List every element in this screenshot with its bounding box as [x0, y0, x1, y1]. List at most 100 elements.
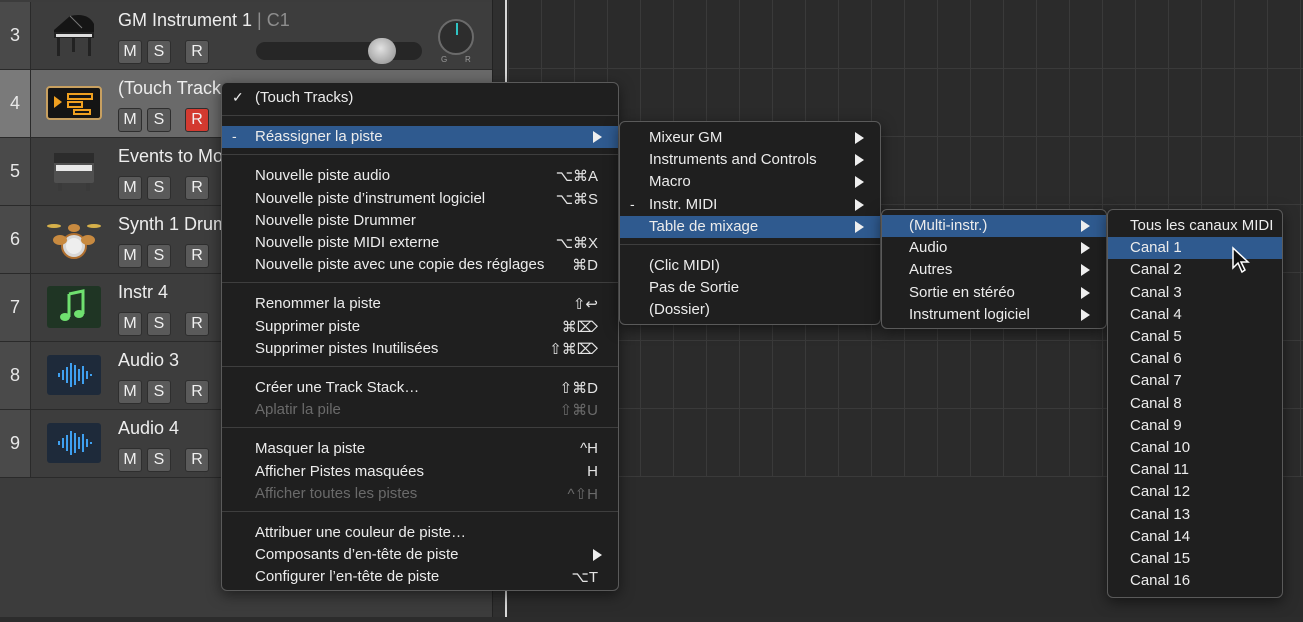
menu-item-attribuer-une-couleur-de-piste[interactable]: Attribuer une couleur de piste… [222, 522, 618, 544]
track-name[interactable]: GM Instrument 1 | C1 [118, 10, 290, 31]
pan-left-label: G [441, 55, 448, 64]
mute-button[interactable]: M [118, 312, 142, 336]
menu-item-nouvelle-piste-drummer[interactable]: Nouvelle piste Drummer [222, 210, 618, 232]
waveform-icon [46, 416, 102, 470]
menu-item-canal-6[interactable]: Canal 6 [1108, 348, 1282, 370]
track-name[interactable]: Synth 1 Drum [118, 214, 228, 235]
mute-button[interactable]: M [118, 108, 142, 132]
menu-item-label: (Clic MIDI) [649, 257, 720, 274]
record-button[interactable]: R [185, 312, 209, 336]
record-button[interactable]: R [185, 40, 209, 64]
solo-button[interactable]: S [147, 380, 171, 404]
menu-item-supprimer-pistes-inutilis-es[interactable]: Supprimer pistes Inutilisées ⇧⌘⌦ [222, 338, 618, 360]
menu-item-sortie-en-st-r-o[interactable]: Sortie en stéréo [882, 282, 1106, 304]
menu-item-afficher-pistes-masqu-es[interactable]: Afficher Pistes masquées H [222, 461, 618, 483]
mute-button[interactable]: M [118, 244, 142, 268]
menu-item-label: (Touch Tracks) [255, 89, 354, 106]
menu-item-aplatir-la-pile: Aplatir la pile ⇧⌘U [222, 399, 618, 421]
menu-item-r-assigner-la-piste[interactable]: - Réassigner la piste [222, 126, 618, 149]
menu-item-autres[interactable]: Autres [882, 259, 1106, 281]
record-button[interactable]: R [185, 448, 209, 472]
record-button[interactable]: R [185, 108, 209, 132]
track-name-label: (Touch Track [118, 78, 222, 98]
track-name[interactable]: Audio 4 [118, 418, 179, 439]
volume-fader-knob[interactable] [368, 38, 396, 64]
solo-button[interactable]: S [147, 448, 171, 472]
menu-item-instruments-and-controls[interactable]: Instruments and Controls [620, 149, 880, 171]
menu-item-canal-15[interactable]: Canal 15 [1108, 548, 1282, 570]
volume-fader-track[interactable] [256, 42, 422, 60]
menu-item-label: Canal 15 [1130, 550, 1191, 567]
menu-item-nouvelle-piste-d-instrument-logiciel[interactable]: Nouvelle piste d’instrument logiciel ⌥⌘S [222, 188, 618, 210]
track-row[interactable]: 3 GM Instrument 1 | C1 M S R G R [0, 2, 492, 70]
menu-item-canal-5[interactable]: Canal 5 [1108, 326, 1282, 348]
menu-item-touch-tracks[interactable]: ✓ (Touch Tracks) [222, 87, 618, 109]
menu-item-label: Aplatir la pile [255, 401, 341, 419]
menu-item-canal-12[interactable]: Canal 12 [1108, 481, 1282, 503]
menu-item-canal-1[interactable]: Canal 1 [1108, 237, 1282, 260]
menu-item-canal-3[interactable]: Canal 3 [1108, 282, 1282, 304]
menu-item-table-de-mixage[interactable]: Table de mixage [620, 215, 880, 238]
menu-item-mixeur-gm[interactable]: Mixeur GM [620, 127, 880, 149]
track-name[interactable]: Audio 3 [118, 350, 179, 371]
track-name[interactable]: (Touch Track [118, 78, 221, 99]
menu-item-tous-les-canaux-midi[interactable]: Tous les canaux MIDI [1108, 215, 1282, 237]
menu-item-multi-instr[interactable]: (Multi-instr.) [882, 215, 1106, 237]
solo-button[interactable]: S [147, 312, 171, 336]
submenu-arrow-icon [855, 154, 864, 167]
submenu-arrow-icon [1081, 308, 1090, 321]
track-number: 4 [0, 70, 31, 137]
record-button[interactable]: R [185, 176, 209, 200]
menu-item-macro[interactable]: Macro [620, 171, 880, 193]
menu-item-nouvelle-piste-audio[interactable]: Nouvelle piste audio ⌥⌘A [222, 165, 618, 187]
menu-item-canal-7[interactable]: Canal 7 [1108, 370, 1282, 392]
menu-item-supprimer-piste[interactable]: Supprimer piste ⌘⌦ [222, 316, 618, 338]
menu-item-cr-er-une-track-stack[interactable]: Créer une Track Stack… ⇧⌘D [222, 377, 618, 399]
pan-knob[interactable] [438, 19, 474, 55]
menu-item-pas-de-sortie[interactable]: Pas de Sortie [620, 277, 880, 299]
menu-item-renommer-la-piste[interactable]: Renommer la piste ⇧↩ [222, 293, 618, 315]
menu-item-canal-2[interactable]: Canal 2 [1108, 259, 1282, 281]
track-name-label: Synth 1 Drum [118, 214, 229, 234]
submenu-arrow-icon [855, 132, 864, 144]
track-name[interactable]: Instr 4 [118, 282, 168, 303]
menu-item-dossier[interactable]: (Dossier) [620, 299, 880, 321]
menu-item-masquer-la-piste[interactable]: Masquer la piste ^H [222, 438, 618, 460]
mouse-pointer-icon [1232, 246, 1250, 274]
menu-item-canal-13[interactable]: Canal 13 [1108, 504, 1282, 526]
menu-item-canal-10[interactable]: Canal 10 [1108, 437, 1282, 459]
menu-item-canal-14[interactable]: Canal 14 [1108, 526, 1282, 548]
menu-item-canal-9[interactable]: Canal 9 [1108, 415, 1282, 437]
menu-item-canal-8[interactable]: Canal 8 [1108, 393, 1282, 415]
mute-button[interactable]: M [118, 176, 142, 200]
mute-button[interactable]: M [118, 40, 142, 64]
menu-item-audio[interactable]: Audio [882, 237, 1106, 259]
track-number: 7 [0, 274, 31, 341]
mute-button[interactable]: M [118, 448, 142, 472]
mute-button[interactable]: M [118, 380, 142, 404]
solo-button[interactable]: S [147, 176, 171, 200]
menu-item-canal-4[interactable]: Canal 4 [1108, 304, 1282, 326]
shortcut-label: ⇧↩ [572, 296, 598, 314]
menu-item-label: Nouvelle piste audio [255, 167, 391, 185]
menu-separator [222, 282, 618, 284]
record-button[interactable]: R [185, 380, 209, 404]
solo-button[interactable]: S [147, 108, 171, 132]
menu-item-canal-11[interactable]: Canal 11 [1108, 459, 1282, 481]
menu-item-instr-midi[interactable]: - Instr. MIDI [620, 194, 880, 216]
menu-item-instrument-logiciel[interactable]: Instrument logiciel [882, 304, 1106, 326]
record-button[interactable]: R [185, 244, 209, 268]
mixed-state-mark: - [630, 195, 635, 212]
track-name[interactable]: Events to Mo [118, 146, 223, 167]
menu-item-label: Configurer l’en-tête de piste [255, 568, 440, 586]
menu-item-composants-d-en-t-te-de-piste[interactable]: Composants d’en-tête de piste [222, 544, 618, 566]
menu-item-label: Autres [909, 261, 953, 279]
menu-item-nouvelle-piste-avec-une-copie-des-r-glages[interactable]: Nouvelle piste avec une copie des réglag… [222, 254, 618, 276]
menu-item-label: Nouvelle piste Drummer [255, 211, 416, 229]
menu-item-nouvelle-piste-midi-externe[interactable]: Nouvelle piste MIDI externe ⌥⌘X [222, 232, 618, 254]
solo-button[interactable]: S [147, 244, 171, 268]
menu-item-canal-16[interactable]: Canal 16 [1108, 570, 1282, 592]
solo-button[interactable]: S [147, 40, 171, 64]
menu-item-configurer-l-en-t-te-de-piste[interactable]: Configurer l’en-tête de piste ⌥T [222, 566, 618, 588]
menu-item-clic-midi[interactable]: (Clic MIDI) [620, 255, 880, 277]
